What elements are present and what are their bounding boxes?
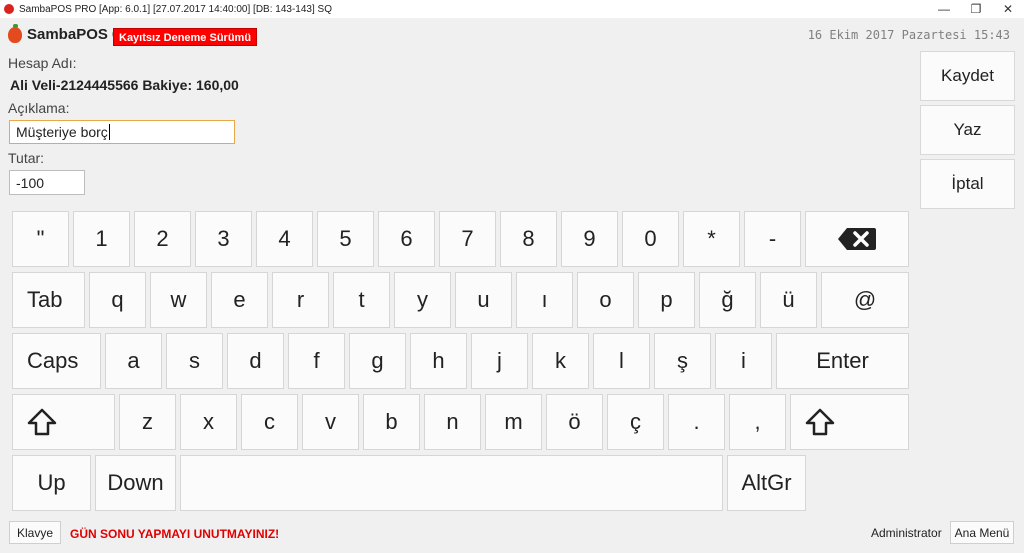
- end-of-day-warning: GÜN SONU YAPMAYI UNUTMAYINIZ!: [70, 527, 280, 541]
- key-p[interactable]: p: [638, 272, 695, 328]
- key-up[interactable]: Up: [12, 455, 91, 511]
- key-0[interactable]: 0: [622, 211, 679, 267]
- key-caps[interactable]: Caps: [12, 333, 101, 389]
- key-at[interactable]: @: [821, 272, 909, 328]
- key-9[interactable]: 9: [561, 211, 618, 267]
- key-j[interactable]: j: [471, 333, 528, 389]
- key-v[interactable]: v: [302, 394, 359, 450]
- key-t[interactable]: t: [333, 272, 390, 328]
- description-value: Müşteriye borç: [16, 124, 108, 140]
- description-label: Açıklama:: [8, 100, 70, 116]
- trial-badge: Kayıtsız Deneme Sürümü: [113, 28, 258, 46]
- key-k[interactable]: k: [532, 333, 589, 389]
- app-name: SambaPOS 6: [27, 26, 121, 43]
- key-r[interactable]: r: [272, 272, 329, 328]
- app-icon: [4, 4, 14, 14]
- key-3[interactable]: 3: [195, 211, 252, 267]
- key-left-shift[interactable]: [12, 394, 115, 450]
- key-d[interactable]: d: [227, 333, 284, 389]
- key-u[interactable]: u: [455, 272, 512, 328]
- main-menu-button[interactable]: Ana Menü: [950, 521, 1014, 544]
- key-enter[interactable]: Enter: [776, 333, 909, 389]
- key-c-cedilla[interactable]: ç: [607, 394, 664, 450]
- save-button[interactable]: Kaydet: [920, 51, 1015, 101]
- key-o-umlaut[interactable]: ö: [546, 394, 603, 450]
- key-6[interactable]: 6: [378, 211, 435, 267]
- date-time: 16 Ekim 2017 Pazartesi 15:43: [807, 28, 1010, 42]
- text-caret: [108, 124, 110, 140]
- tomato-logo-icon: [8, 23, 22, 43]
- amount-value: -100: [16, 174, 45, 191]
- key-8[interactable]: 8: [500, 211, 557, 267]
- key-w[interactable]: w: [150, 272, 207, 328]
- key-i[interactable]: i: [715, 333, 772, 389]
- restore-button[interactable]: ❐: [960, 0, 992, 18]
- key-u-umlaut[interactable]: ü: [760, 272, 817, 328]
- backspace-icon: [838, 228, 876, 250]
- key-c[interactable]: c: [241, 394, 298, 450]
- amount-field[interactable]: -100: [9, 170, 85, 195]
- key-altgr[interactable]: AltGr: [727, 455, 806, 511]
- window-title: SambaPOS PRO [App: 6.0.1] [27.07.2017 14…: [19, 3, 332, 15]
- key-backspace[interactable]: [805, 211, 909, 267]
- key-minus[interactable]: -: [744, 211, 801, 267]
- account-value: Ali Veli-2124445566 Bakiye: 160,00: [10, 77, 239, 93]
- amount-label: Tutar:: [8, 150, 45, 166]
- key-e[interactable]: e: [211, 272, 268, 328]
- key-tab[interactable]: Tab: [12, 272, 85, 328]
- current-user: Administrator: [871, 526, 942, 540]
- key-asterisk[interactable]: *: [683, 211, 740, 267]
- key-period[interactable]: .: [668, 394, 725, 450]
- minimize-button[interactable]: —: [928, 0, 960, 18]
- key-o[interactable]: o: [577, 272, 634, 328]
- key-4[interactable]: 4: [256, 211, 313, 267]
- status-bar: Klavye GÜN SONU YAPMAYI UNUTMAYINIZ! Adm…: [0, 518, 1024, 553]
- key-y[interactable]: y: [394, 272, 451, 328]
- key-f[interactable]: f: [288, 333, 345, 389]
- shift-icon: [805, 408, 835, 436]
- key-7[interactable]: 7: [439, 211, 496, 267]
- key-h[interactable]: h: [410, 333, 467, 389]
- key-right-shift[interactable]: [790, 394, 909, 450]
- key-comma[interactable]: ,: [729, 394, 786, 450]
- key-2[interactable]: 2: [134, 211, 191, 267]
- key-b[interactable]: b: [363, 394, 420, 450]
- key-a[interactable]: a: [105, 333, 162, 389]
- description-field[interactable]: Müşteriye borç: [9, 120, 235, 144]
- account-label: Hesap Adı:: [8, 55, 77, 71]
- key-n[interactable]: n: [424, 394, 481, 450]
- key-dotless-i[interactable]: ı: [516, 272, 573, 328]
- app-logo: SambaPOS 6: [8, 23, 121, 43]
- key-x[interactable]: x: [180, 394, 237, 450]
- key-q[interactable]: q: [89, 272, 146, 328]
- cancel-button[interactable]: İptal: [920, 159, 1015, 209]
- key-z[interactable]: z: [119, 394, 176, 450]
- key-g-breve[interactable]: ğ: [699, 272, 756, 328]
- close-button[interactable]: ✕: [992, 0, 1024, 18]
- print-button[interactable]: Yaz: [920, 105, 1015, 155]
- key-space[interactable]: [180, 455, 723, 511]
- key-g[interactable]: g: [349, 333, 406, 389]
- keyboard-toggle-button[interactable]: Klavye: [9, 521, 61, 544]
- shift-icon: [27, 408, 57, 436]
- window-titlebar: SambaPOS PRO [App: 6.0.1] [27.07.2017 14…: [0, 0, 1024, 18]
- key-m[interactable]: m: [485, 394, 542, 450]
- key-quote[interactable]: ": [12, 211, 69, 267]
- key-s-cedilla[interactable]: ş: [654, 333, 711, 389]
- key-s[interactable]: s: [166, 333, 223, 389]
- key-down[interactable]: Down: [95, 455, 176, 511]
- key-5[interactable]: 5: [317, 211, 374, 267]
- key-1[interactable]: 1: [73, 211, 130, 267]
- app-header: SambaPOS 6 Kayıtsız Deneme Sürümü 16 Eki…: [0, 22, 1024, 48]
- key-l[interactable]: l: [593, 333, 650, 389]
